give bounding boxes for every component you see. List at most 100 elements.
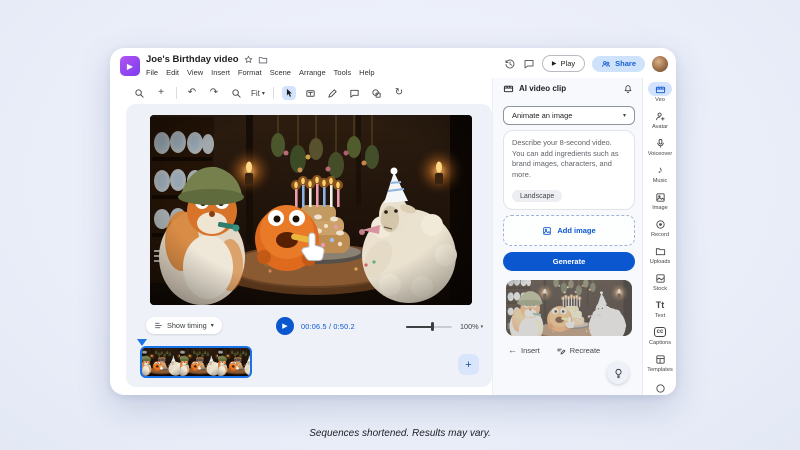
menu-insert[interactable]: Insert xyxy=(211,68,230,77)
fit-zoom-select[interactable]: Fit▾ xyxy=(251,89,265,98)
result-actions: ←Insert Recreate xyxy=(508,345,600,355)
toolbar-divider xyxy=(176,87,177,99)
titlebar: Joe's Birthday video xyxy=(146,54,268,65)
timing-icon xyxy=(154,321,163,330)
clip-frame xyxy=(142,348,180,376)
rail-item-uploads[interactable]: Uploads xyxy=(643,244,676,265)
stock-media-icon xyxy=(648,271,672,285)
star-icon[interactable] xyxy=(244,55,253,64)
rail-item-record[interactable]: Record xyxy=(643,217,676,238)
search-tool-icon[interactable] xyxy=(132,86,146,100)
zoom-tool-icon[interactable] xyxy=(229,86,243,100)
share-button[interactable]: Share xyxy=(592,56,645,72)
rail-item-voiceover[interactable]: Voiceover xyxy=(643,136,676,157)
record-icon xyxy=(648,217,672,231)
rail-item-captions[interactable]: cc Captions xyxy=(643,325,676,346)
document-title[interactable]: Joe's Birthday video xyxy=(146,54,239,65)
caret-icon: ▾ xyxy=(481,324,484,330)
arrow-left-icon: ← xyxy=(508,345,517,355)
aspect-ratio-chip[interactable]: Landscape xyxy=(512,190,562,202)
timeline-zoom-slider[interactable] xyxy=(406,325,452,328)
prompt-input[interactable]: Describe your 8-second video. You can ad… xyxy=(503,130,635,210)
redo-icon[interactable]: ↷ xyxy=(207,86,221,100)
insert-button[interactable]: ←Insert xyxy=(508,345,540,355)
mode-select[interactable]: Animate an image ▾ xyxy=(503,106,635,125)
vids-logo-icon[interactable]: ▶ xyxy=(120,56,140,76)
add-icon[interactable]: + xyxy=(154,86,168,100)
account-avatar[interactable] xyxy=(652,56,668,72)
notifications-bell-icon[interactable] xyxy=(623,84,633,94)
add-image-button[interactable]: Add image xyxy=(503,215,635,246)
image-icon xyxy=(648,190,672,204)
recreate-button[interactable]: Recreate xyxy=(556,345,600,355)
comments-icon[interactable] xyxy=(523,58,535,70)
rail-item-more[interactable] xyxy=(643,381,676,395)
clip-frame xyxy=(218,348,252,376)
menu-arrange[interactable]: Arrange xyxy=(299,68,326,77)
menu-scene[interactable]: Scene xyxy=(270,68,291,77)
rail-item-stock[interactable]: Stock xyxy=(643,271,676,292)
canvas-toolbar: + ↶ ↷ Fit▾ ↻ xyxy=(132,84,406,102)
text-box-tool-icon[interactable] xyxy=(304,86,318,100)
circle-icon xyxy=(648,381,672,395)
timecode: 00:06.5 / 0:50.2 xyxy=(301,322,355,331)
ai-video-panel: AI video clip Animate an image ▾ Describ… xyxy=(492,78,642,395)
birthday-scene-image xyxy=(150,115,472,305)
clapperboard-icon xyxy=(503,83,514,94)
music-icon: ♪ xyxy=(648,163,672,177)
play-button[interactable]: ▶Play xyxy=(542,55,585,72)
playhead-marker[interactable] xyxy=(137,339,147,346)
slider-handle[interactable] xyxy=(431,322,434,331)
rail-item-image[interactable]: Image xyxy=(643,190,676,211)
move-folder-icon[interactable] xyxy=(258,55,268,65)
panel-title: AI video clip xyxy=(519,84,566,93)
menu-file[interactable]: File xyxy=(146,68,158,77)
people-icon xyxy=(601,59,611,69)
voiceover-icon xyxy=(648,136,672,150)
right-rail: Veo Avatar Voiceover ♪ Music Image Recor… xyxy=(642,78,676,395)
toolbar-divider xyxy=(273,87,274,99)
show-timing-dropdown[interactable]: Show timing ▾ xyxy=(146,317,222,334)
undo-icon[interactable]: ↶ xyxy=(185,86,199,100)
rail-item-avatar[interactable]: Avatar xyxy=(643,109,676,130)
generate-button[interactable]: Generate xyxy=(503,252,635,271)
rail-item-music[interactable]: ♪ Music xyxy=(643,163,676,184)
veo-icon xyxy=(648,82,672,96)
timeline-play-button[interactable]: ▶ xyxy=(276,317,294,335)
templates-icon xyxy=(648,352,672,366)
menu-edit[interactable]: Edit xyxy=(166,68,179,77)
panel-header: AI video clip xyxy=(503,83,633,94)
menu-format[interactable]: Format xyxy=(238,68,262,77)
generated-preview-thumbnail[interactable] xyxy=(506,280,632,336)
timeline-clip[interactable] xyxy=(140,346,252,378)
chevron-down-icon: ▾ xyxy=(262,90,265,97)
timeline-zoom-level[interactable]: 100%▾ xyxy=(460,322,483,331)
app-window: ▶ Joe's Birthday video File Edit View In… xyxy=(110,48,676,395)
version-history-icon[interactable] xyxy=(504,58,516,70)
select-tool-icon[interactable] xyxy=(282,86,296,100)
header-actions: ▶Play Share xyxy=(504,55,668,72)
ideas-lightbulb-button[interactable] xyxy=(607,362,629,384)
menu-help[interactable]: Help xyxy=(359,68,374,77)
video-preview-frame[interactable] xyxy=(150,115,472,305)
menubar: File Edit View Insert Format Scene Arran… xyxy=(146,68,375,77)
rail-item-templates[interactable]: Templates xyxy=(643,352,676,373)
shapes-tool-icon[interactable] xyxy=(370,86,384,100)
menu-tools[interactable]: Tools xyxy=(334,68,352,77)
folder-icon xyxy=(648,244,672,258)
lightbulb-icon xyxy=(613,368,624,379)
comment-tool-icon[interactable] xyxy=(348,86,362,100)
menu-view[interactable]: View xyxy=(187,68,203,77)
text-icon: Tt xyxy=(648,298,672,312)
rail-item-veo[interactable]: Veo xyxy=(643,82,676,103)
avatar-icon xyxy=(648,109,672,123)
reset-rotate-icon[interactable]: ↻ xyxy=(392,86,406,100)
disclaimer-caption: Sequences shortened. Results may vary. xyxy=(0,428,800,439)
chevron-down-icon: ▾ xyxy=(623,112,626,119)
captions-icon: cc xyxy=(648,325,672,339)
desktop: ▶ Joe's Birthday video File Edit View In… xyxy=(0,0,800,450)
add-scene-button[interactable]: + xyxy=(458,354,479,375)
recreate-icon xyxy=(556,345,566,355)
pen-tool-icon[interactable] xyxy=(326,86,340,100)
rail-item-text[interactable]: Tt Text xyxy=(643,298,676,319)
